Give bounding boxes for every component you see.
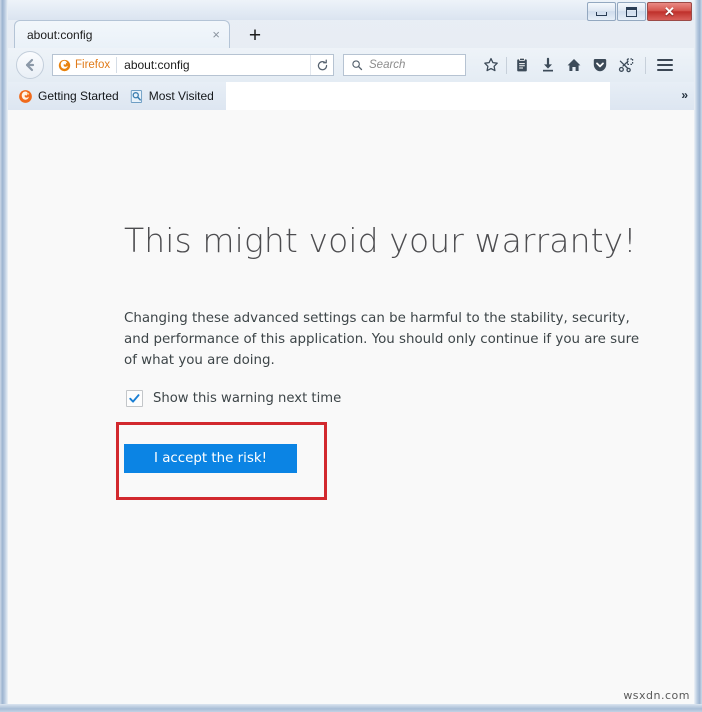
show-warning-checkbox-label: Show this warning next time xyxy=(153,391,342,406)
window-border-bottom xyxy=(0,704,702,712)
back-arrow-icon xyxy=(25,58,35,72)
toolbar-icon-group xyxy=(478,53,639,77)
home-icon[interactable] xyxy=(561,53,587,77)
search-box[interactable]: Search xyxy=(343,54,466,76)
warning-paragraph: Changing these advanced settings can be … xyxy=(124,311,640,368)
browser-window: ✕ about:config × + Firefox about:config … xyxy=(0,0,702,712)
bookmarks-empty-area xyxy=(226,82,610,110)
reload-icon xyxy=(317,59,327,70)
firefox-icon xyxy=(19,89,32,103)
most-visited-icon xyxy=(130,89,142,103)
bookmarks-toolbar: Getting Started Most Visited » xyxy=(8,82,694,110)
page-content: This might void your warranty! Changing … xyxy=(8,110,694,704)
show-warning-checkbox[interactable] xyxy=(126,390,143,407)
screenshot-scissors-icon[interactable] xyxy=(613,53,639,77)
checkmark-icon xyxy=(129,394,140,403)
reload-button[interactable] xyxy=(310,55,333,75)
navigation-toolbar: Firefox about:config Search xyxy=(8,48,694,82)
toolbar-separator xyxy=(506,56,507,74)
toolbar-separator-2 xyxy=(645,56,646,74)
bookmark-most-visited[interactable]: Most Visited xyxy=(129,86,214,106)
bookmarks-overflow-icon[interactable]: » xyxy=(681,88,688,102)
menu-line-1 xyxy=(657,59,673,61)
identity-badge[interactable]: Firefox xyxy=(53,57,118,73)
accept-risk-button[interactable]: I accept the risk! xyxy=(124,444,297,473)
window-border-left xyxy=(0,0,8,712)
new-tab-button[interactable]: + xyxy=(242,23,268,47)
menu-line-3 xyxy=(657,69,673,71)
downloads-icon[interactable] xyxy=(535,53,561,77)
back-button[interactable] xyxy=(16,51,44,79)
search-placeholder: Search xyxy=(369,59,406,71)
url-text[interactable]: about:config xyxy=(124,58,310,72)
page-title: This might void your warranty! xyxy=(124,221,637,260)
address-bar[interactable]: Firefox about:config xyxy=(52,54,334,76)
maximize-icon xyxy=(626,6,637,17)
window-border-right xyxy=(694,0,702,712)
reading-list-icon[interactable] xyxy=(509,53,535,77)
identity-label: Firefox xyxy=(75,59,111,71)
tab-about-config[interactable]: about:config × xyxy=(14,20,230,48)
show-warning-checkbox-row[interactable]: Show this warning next time xyxy=(126,390,341,407)
pocket-icon[interactable] xyxy=(587,53,613,77)
search-icon xyxy=(352,60,363,71)
bookmark-label: Most Visited xyxy=(148,89,214,103)
close-icon: ✕ xyxy=(664,4,675,19)
bookmark-getting-started[interactable]: Getting Started xyxy=(18,86,119,106)
tab-title: about:config xyxy=(27,27,93,42)
bookmark-label: Getting Started xyxy=(38,89,119,103)
tab-strip: about:config × + xyxy=(8,18,694,48)
menu-line-2 xyxy=(657,64,673,66)
minimize-icon xyxy=(596,12,607,16)
firefox-identity-icon xyxy=(58,59,71,71)
tab-close-icon[interactable]: × xyxy=(212,28,220,41)
watermark: wsxdn.com xyxy=(623,689,690,702)
hamburger-menu-icon[interactable] xyxy=(652,53,678,77)
bookmark-star-icon[interactable] xyxy=(478,53,504,77)
